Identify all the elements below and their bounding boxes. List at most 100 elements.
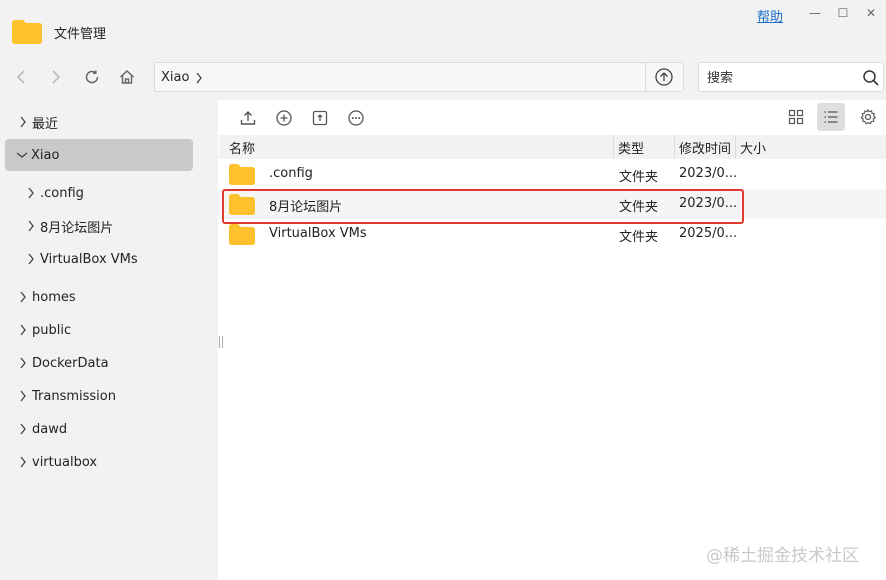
sidebar-item-label: public [32, 322, 72, 338]
forward-button[interactable] [44, 65, 68, 89]
home-icon [120, 70, 134, 84]
column-header-row: 名称 类型 修改时间 大小 [219, 135, 886, 159]
add-circle-icon [276, 110, 292, 126]
title-bar: 文件管理 帮助 — ☐ ✕ [0, 0, 886, 56]
list-view-button[interactable] [817, 103, 845, 131]
app-title: 文件管理 [54, 27, 107, 42]
sidebar-item-label: 8月论坛图片 [40, 220, 114, 236]
sidebar: 最近 Xiao .config 8月论坛图片 VirtualBox VMs ho… [0, 100, 218, 580]
gear-icon [860, 108, 877, 125]
share-button[interactable] [310, 108, 330, 128]
upload-icon [240, 111, 256, 125]
sidebar-item-label: Xiao [31, 147, 60, 163]
chevron-right-icon [16, 116, 30, 128]
sidebar-item-virtualbox-vms[interactable]: VirtualBox VMs [24, 243, 212, 275]
sidebar-item-xiao[interactable]: Xiao [5, 139, 193, 171]
share-box-icon [312, 110, 328, 126]
go-up-button[interactable] [653, 66, 675, 88]
table-row[interactable]: .config 文件夹 2023/0... [219, 159, 886, 189]
column-header-size[interactable]: 大小 [740, 138, 766, 157]
watermark: @稀土掘金技术社区 [706, 546, 859, 566]
table-row[interactable]: VirtualBox VMs 文件夹 2025/0... [219, 219, 886, 249]
settings-button[interactable] [854, 103, 882, 131]
more-circle-icon [348, 110, 364, 126]
column-resize-handle[interactable] [735, 135, 736, 159]
folder-icon [229, 224, 255, 245]
navigation-bar: Xiao [0, 56, 886, 100]
sidebar-item-label: VirtualBox VMs [40, 251, 138, 267]
breadcrumb-item[interactable]: Xiao [161, 70, 189, 85]
new-folder-button[interactable] [274, 108, 294, 128]
file-name: 8月论坛图片 [269, 200, 343, 215]
file-type: 文件夹 [619, 170, 659, 185]
sidebar-item-dockerdata[interactable]: DockerData [16, 347, 212, 379]
chevron-right-icon [16, 357, 30, 369]
chevron-right-icon [24, 253, 38, 265]
sidebar-item-label: Transmission [32, 388, 116, 404]
chevron-right-icon [52, 70, 61, 84]
chevron-right-icon [16, 456, 30, 468]
pane-resize-handle[interactable] [219, 336, 223, 348]
upload-button[interactable] [238, 108, 258, 128]
sidebar-item-public[interactable]: public [16, 314, 212, 346]
chevron-right-icon [16, 423, 30, 435]
help-link[interactable]: 帮助 [757, 6, 783, 25]
refresh-button[interactable] [80, 65, 104, 89]
sidebar-item-virtualbox[interactable]: virtualbox [16, 446, 212, 478]
sidebar-item-transmission[interactable]: Transmission [16, 380, 212, 412]
column-resize-handle[interactable] [674, 135, 675, 159]
chevron-right-icon [196, 72, 203, 83]
chevron-right-icon [16, 324, 30, 336]
arrow-up-circle-icon [655, 68, 673, 86]
search-box [698, 62, 884, 92]
sidebar-item-label: .config [40, 185, 84, 201]
column-header-name[interactable]: 名称 [229, 138, 255, 157]
refresh-icon [85, 70, 99, 84]
sidebar-item-recent[interactable]: 最近 [16, 106, 212, 138]
folder-icon [229, 194, 255, 215]
close-button[interactable]: ✕ [860, 3, 882, 23]
sidebar-item-dawd[interactable]: dawd [16, 413, 212, 445]
column-header-modified[interactable]: 修改时间 [679, 138, 731, 157]
file-modified: 2025/0... [679, 226, 738, 241]
list-view-icon [824, 111, 838, 123]
more-button[interactable] [346, 108, 366, 128]
chevron-right-icon [16, 291, 30, 303]
divider [645, 63, 646, 91]
sidebar-item-forum-images[interactable]: 8月论坛图片 [24, 210, 212, 242]
file-name: .config [269, 166, 313, 181]
search-icon[interactable] [862, 69, 880, 87]
address-bar[interactable]: Xiao [154, 62, 684, 92]
folder-app-icon [12, 20, 42, 44]
file-type: 文件夹 [619, 200, 659, 215]
column-resize-handle[interactable] [613, 135, 614, 159]
sidebar-item-config[interactable]: .config [24, 177, 212, 209]
file-modified: 2023/0... [679, 166, 738, 181]
sidebar-item-homes[interactable]: homes [16, 281, 212, 313]
sidebar-item-label: 最近 [32, 116, 59, 132]
chevron-down-icon [15, 151, 29, 159]
sidebar-item-label: homes [32, 289, 76, 305]
file-name: VirtualBox VMs [269, 226, 367, 241]
home-button[interactable] [115, 65, 139, 89]
chevron-right-icon [16, 390, 30, 402]
breadcrumb: Xiao [161, 70, 203, 85]
sidebar-item-label: dawd [32, 421, 68, 437]
column-header-type[interactable]: 类型 [618, 138, 644, 157]
file-list-pane: 名称 类型 修改时间 大小 .config 文件夹 2023/0... 8月论坛… [219, 100, 886, 580]
file-type: 文件夹 [619, 230, 659, 245]
folder-icon [229, 164, 255, 185]
minimize-button[interactable]: — [804, 3, 826, 23]
search-input[interactable] [707, 68, 857, 88]
sidebar-item-label: DockerData [32, 355, 109, 371]
back-button[interactable] [9, 65, 33, 89]
file-modified: 2023/0... [679, 196, 738, 211]
table-row[interactable]: 8月论坛图片 文件夹 2023/0... [219, 189, 886, 219]
chevron-left-icon [16, 70, 25, 84]
grid-view-button[interactable] [782, 103, 810, 131]
chevron-right-icon [24, 187, 38, 199]
sidebar-item-label: virtualbox [32, 454, 98, 470]
maximize-button[interactable]: ☐ [832, 3, 854, 23]
chevron-right-icon [24, 220, 38, 232]
grid-view-icon [788, 109, 804, 125]
